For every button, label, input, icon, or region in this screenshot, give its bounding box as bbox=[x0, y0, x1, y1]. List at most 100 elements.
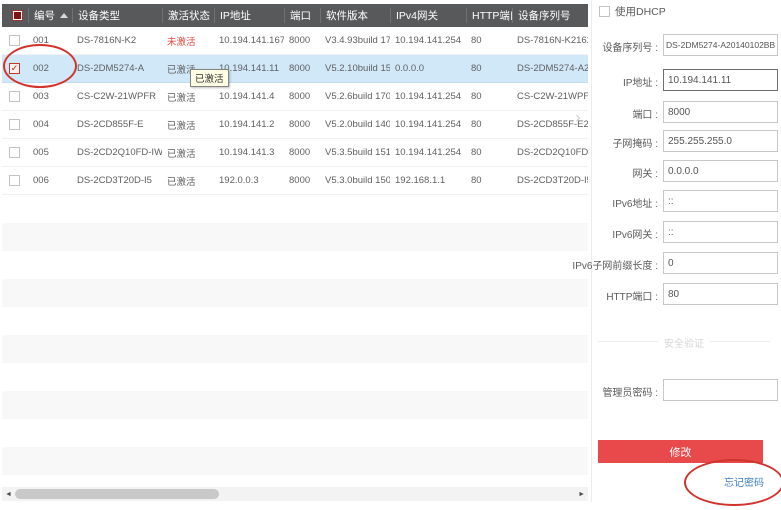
table-row[interactable]: 004 DS-2CD855F-E 已激活 10.194.141.2 8000 V… bbox=[2, 111, 588, 139]
header-cell-select-all[interactable] bbox=[2, 10, 28, 21]
field-label-serial: 设备序列号 : bbox=[602, 39, 658, 54]
cell-serial-number: DS-2CD3T20D-I520151102AAC bbox=[512, 175, 588, 186]
table-row[interactable]: 001 DS-7816N-K2 未激活 10.194.141.167 8000 … bbox=[2, 27, 588, 55]
activation-status-tooltip: 已激活 bbox=[190, 69, 229, 87]
panel-collapse-handle[interactable]: › bbox=[570, 98, 586, 136]
empty-row bbox=[2, 195, 588, 223]
header-cell-serial-number[interactable]: 设备序列号 bbox=[512, 8, 588, 23]
forgot-password-link[interactable]: 忘记密码 bbox=[724, 474, 764, 489]
select-all-checkbox[interactable] bbox=[12, 10, 23, 21]
cell-activation-status: 已激活 bbox=[162, 90, 214, 104]
cell-ipv4-gateway: 10.194.141.254 bbox=[390, 35, 466, 46]
serial-number-input[interactable] bbox=[663, 34, 778, 56]
field-row-http-port: HTTP端口 : bbox=[592, 283, 781, 305]
cell-number: 006 bbox=[28, 175, 72, 186]
cell-number: 002 bbox=[28, 63, 72, 74]
cell-checkbox bbox=[2, 91, 28, 102]
cell-port: 8000 bbox=[284, 35, 320, 46]
empty-row bbox=[2, 251, 588, 279]
cell-http-port: 80 bbox=[466, 147, 512, 158]
scroll-right-arrow-icon[interactable]: ► bbox=[578, 490, 585, 499]
field-row-ipv6-prefix: IPv6子网前缀长度 : bbox=[592, 252, 781, 274]
header-label-device-type: 设备类型 bbox=[78, 8, 120, 23]
field-label-ipv6-gateway: IPv6网关 : bbox=[612, 226, 658, 241]
subnet-mask-input[interactable] bbox=[663, 130, 778, 152]
cell-activation-status: 未激活 bbox=[162, 34, 214, 48]
cell-ip-address: 10.194.141.3 bbox=[214, 147, 284, 158]
admin-password-input[interactable] bbox=[663, 379, 778, 401]
cell-software-version: V5.2.6build 1701... bbox=[320, 91, 390, 102]
header-cell-port[interactable]: 端口 bbox=[284, 8, 320, 23]
cell-device-type: DS-7816N-K2 bbox=[72, 35, 162, 46]
table-row[interactable]: 006 DS-2CD3T20D-I5 已激活 192.0.0.3 8000 V5… bbox=[2, 167, 588, 195]
ipv6-gateway-input[interactable] bbox=[663, 221, 778, 243]
row-checkbox[interactable] bbox=[9, 175, 20, 186]
ipv6-prefix-length-input[interactable] bbox=[663, 252, 778, 274]
table-row-selected[interactable]: ✓ 002 DS-2DM5274-A 已激活 10.194.141.11 800… bbox=[2, 55, 588, 83]
http-port-input[interactable] bbox=[663, 283, 778, 305]
cell-device-type: DS-2CD2Q10FD-IW bbox=[72, 147, 162, 158]
table-row[interactable]: 005 DS-2CD2Q10FD-IW 已激活 10.194.141.3 800… bbox=[2, 139, 588, 167]
row-checkbox[interactable] bbox=[9, 119, 20, 130]
cell-http-port: 80 bbox=[466, 119, 512, 130]
table-row[interactable]: 003 CS-C2W-21WPFR 已激活 10.194.141.4 8000 … bbox=[2, 83, 588, 111]
empty-row bbox=[2, 419, 588, 447]
device-table: 编号 设备类型 激活状态 IP地址 端口 软件版本 IPv4网关 HTTP端口 … bbox=[2, 4, 588, 475]
field-label-ipv6-prefix: IPv6子网前缀长度 : bbox=[572, 257, 658, 272]
row-checkbox-checked[interactable]: ✓ bbox=[9, 63, 20, 74]
header-label-software-version: 软件版本 bbox=[326, 8, 368, 23]
empty-row bbox=[2, 447, 588, 475]
field-label-ipv6-address: IPv6地址 : bbox=[612, 195, 658, 210]
table-header-row: 编号 设备类型 激活状态 IP地址 端口 软件版本 IPv4网关 HTTP端口 … bbox=[2, 4, 588, 27]
cell-checkbox bbox=[2, 35, 28, 46]
cell-number: 005 bbox=[28, 147, 72, 158]
cell-number: 001 bbox=[28, 35, 72, 46]
dhcp-label: 使用DHCP bbox=[615, 4, 666, 19]
cell-checkbox: ✓ bbox=[2, 63, 28, 74]
header-cell-ipv4-gateway[interactable]: IPv4网关 bbox=[390, 8, 466, 23]
header-cell-http-port[interactable]: HTTP端口 bbox=[466, 8, 512, 23]
cell-serial-number: DS-2CD2Q10FD-IW20150506A bbox=[512, 147, 588, 158]
header-cell-software-version[interactable]: 软件版本 bbox=[320, 8, 390, 23]
modify-button[interactable]: 修改 bbox=[598, 440, 763, 463]
empty-row bbox=[2, 307, 588, 335]
cell-activation-status: 已激活 bbox=[162, 118, 214, 132]
header-label-serial-number: 设备序列号 bbox=[518, 8, 571, 23]
gateway-input[interactable] bbox=[663, 160, 778, 182]
header-cell-activation-status[interactable]: 激活状态 bbox=[162, 8, 214, 23]
field-row-ipv6-address: IPv6地址 : bbox=[592, 190, 781, 212]
cell-ipv4-gateway: 10.194.141.254 bbox=[390, 91, 466, 102]
cell-software-version: V5.3.0build 1505... bbox=[320, 175, 390, 186]
cell-software-version: V5.2.10build 150... bbox=[320, 63, 390, 74]
cell-ipv4-gateway: 192.168.1.1 bbox=[390, 175, 466, 186]
cell-http-port: 80 bbox=[466, 63, 512, 74]
cell-http-port: 80 bbox=[466, 35, 512, 46]
cell-software-version: V3.4.93build 170... bbox=[320, 35, 390, 46]
scrollbar-thumb[interactable] bbox=[15, 489, 219, 499]
header-cell-ip-address[interactable]: IP地址 bbox=[214, 8, 284, 23]
empty-row bbox=[2, 335, 588, 363]
ip-address-input[interactable] bbox=[663, 69, 778, 91]
empty-row bbox=[2, 279, 588, 307]
cell-checkbox bbox=[2, 175, 28, 186]
cell-port: 8000 bbox=[284, 63, 320, 74]
cell-activation-status: 已激活 bbox=[162, 146, 214, 160]
cell-checkbox bbox=[2, 147, 28, 158]
scroll-left-arrow-icon[interactable]: ◄ bbox=[5, 490, 12, 499]
cell-port: 8000 bbox=[284, 147, 320, 158]
checkbox-indeterminate-fill bbox=[14, 12, 21, 19]
field-row-port: 端口 : bbox=[592, 101, 781, 123]
header-cell-number[interactable]: 编号 bbox=[28, 8, 72, 23]
security-section-divider: 安全验证 bbox=[598, 341, 770, 342]
cell-ipv4-gateway: 10.194.141.254 bbox=[390, 119, 466, 130]
row-checkbox[interactable] bbox=[9, 91, 20, 102]
ipv6-address-input[interactable] bbox=[663, 190, 778, 212]
field-label-http-port: HTTP端口 : bbox=[606, 288, 658, 303]
row-checkbox[interactable] bbox=[9, 35, 20, 46]
horizontal-scrollbar[interactable]: ◄ ► bbox=[2, 487, 588, 501]
header-cell-device-type[interactable]: 设备类型 bbox=[72, 8, 162, 23]
dhcp-checkbox[interactable] bbox=[599, 6, 610, 17]
row-checkbox[interactable] bbox=[9, 147, 20, 158]
cell-device-type: DS-2DM5274-A bbox=[72, 63, 162, 74]
port-input[interactable] bbox=[663, 101, 778, 123]
